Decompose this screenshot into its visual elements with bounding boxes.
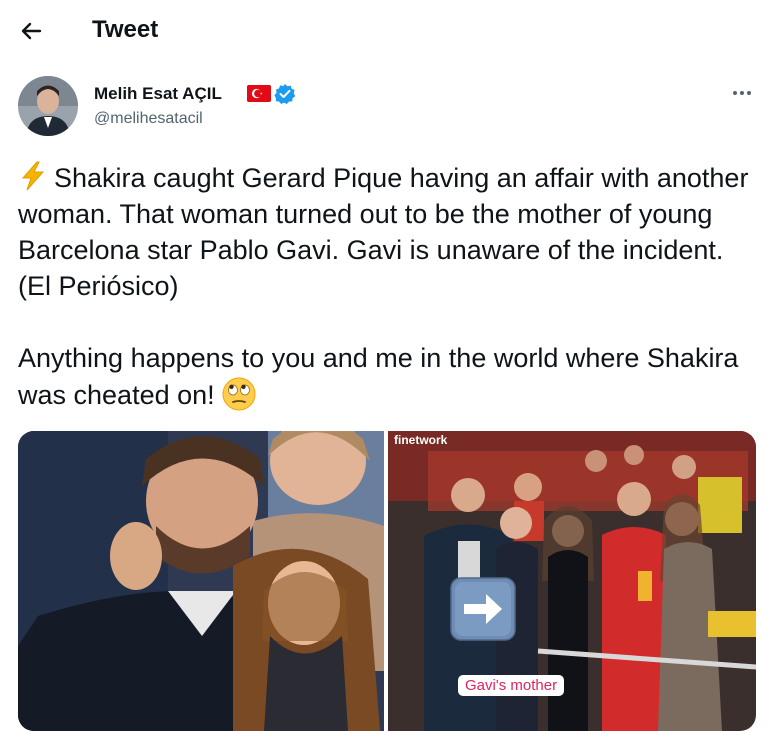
tweet-paragraph-2-text: Anything happens to you and me in the wo… (18, 343, 739, 410)
photo-pique-shakira[interactable] (18, 431, 384, 731)
high-voltage-icon (21, 161, 45, 191)
photo-label: Gavi's mother (458, 675, 565, 696)
avatar[interactable] (18, 76, 78, 136)
tweet-media[interactable]: finetwork Gavi's mother (18, 431, 756, 731)
author-name[interactable]: Melih Esat AÇIL (94, 84, 222, 104)
tweet-text: Shakira caught Gerard Pique having an af… (18, 160, 753, 413)
avatar-image (18, 76, 78, 136)
author-handle[interactable]: @melihesatacil (94, 110, 203, 128)
verified-badge-icon (274, 84, 296, 104)
more-dots-icon[interactable] (728, 84, 756, 102)
right-arrow-icon (450, 577, 516, 641)
photo-watermark: finetwork (394, 433, 448, 447)
tweet-paragraph-1: Shakira caught Gerard Pique having an af… (18, 160, 753, 304)
tweet-paragraph-1-text: Shakira caught Gerard Pique having an af… (18, 163, 749, 301)
photo-gavi-family-image (388, 431, 756, 731)
top-bar: Tweet (0, 0, 768, 60)
turkey-flag-icon (247, 85, 271, 102)
face-with-rolling-eyes-icon (222, 377, 256, 411)
photo-gavi-family[interactable]: finetwork Gavi's mother (388, 431, 756, 731)
back-arrow-icon[interactable] (18, 18, 44, 44)
tweet-paragraph-2: Anything happens to you and me in the wo… (18, 340, 753, 413)
page-title: Tweet (92, 16, 159, 43)
